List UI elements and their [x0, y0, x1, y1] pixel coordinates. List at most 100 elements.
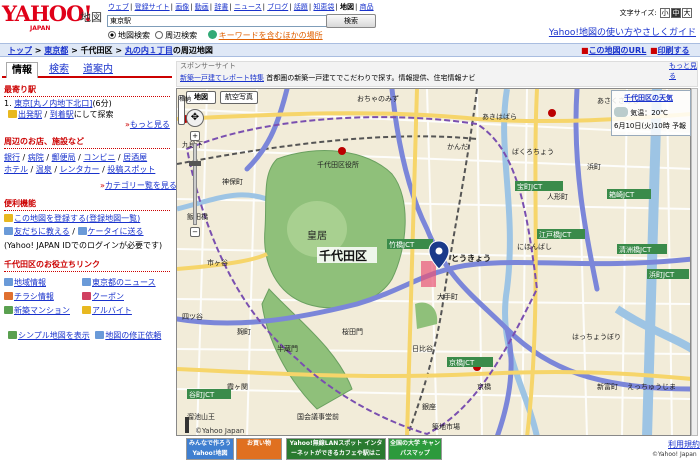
nav-topics[interactable]: 話題: [294, 3, 308, 11]
map-search-radio[interactable]: [108, 31, 116, 39]
yahoo-logo[interactable]: YAHOO! JAPAN: [2, 3, 93, 33]
nav-web[interactable]: ウェブ: [108, 3, 129, 11]
breadcrumb-pref[interactable]: 東京都: [44, 46, 68, 55]
station-more: »もっと見る: [125, 119, 170, 130]
svg-text:江戸橋JCT: 江戸橋JCT: [539, 230, 572, 239]
breadcrumb-top[interactable]: トップ: [8, 46, 32, 55]
nearby-search-radio[interactable]: [155, 31, 164, 39]
weather-title[interactable]: 千代田区の天気: [614, 93, 688, 103]
tab-info[interactable]: 情報: [6, 62, 38, 78]
links-heading: 千代田区のお役立ちリンク: [4, 259, 170, 272]
nearby-search-label[interactable]: 周辺検索: [165, 31, 197, 40]
nav-registered-sites[interactable]: 登録サイト: [135, 3, 170, 11]
map-search-label[interactable]: 地図検索: [118, 31, 150, 40]
flyer-link[interactable]: チラシ情報: [14, 292, 54, 301]
coupon-link[interactable]: クーポン: [92, 292, 124, 301]
simple-map-link[interactable]: シンプル地図を表示: [18, 331, 90, 340]
print-bullet: ■: [650, 46, 658, 55]
ad-make-map[interactable]: みんなで作ろう Yahoo!地図: [186, 438, 234, 460]
part-time-link[interactable]: アルバイト: [92, 306, 132, 315]
sponsor-text: 首都圏の新築一戸建てでこだわりで探す。情報提供、住宅情報ナビ: [266, 74, 476, 82]
svg-text:飯田橋: 飯田橋: [187, 212, 208, 221]
nearby-izakaya[interactable]: 居酒屋: [123, 153, 147, 162]
links-row-3b: アルバイト: [82, 305, 132, 316]
breadcrumb-area[interactable]: 丸の内１丁目: [125, 46, 173, 55]
station-more-link[interactable]: もっと見る: [130, 120, 170, 129]
map-url-link[interactable]: この地図のURL: [589, 46, 647, 55]
keyword-other-places-link[interactable]: キーワードを含むほかの場所: [219, 31, 323, 40]
nav-shopping[interactable]: 商品: [360, 3, 374, 11]
zoom-out-button[interactable]: −: [190, 227, 200, 237]
nav-blog[interactable]: ブログ: [267, 3, 288, 11]
area-info-link[interactable]: 地域情報: [14, 278, 46, 287]
nav-images[interactable]: 画像: [175, 3, 189, 11]
train-icon: [8, 110, 17, 118]
nav-dictionary[interactable]: 辞書: [214, 3, 228, 11]
new-mansion-link[interactable]: 新築マンション: [14, 306, 70, 315]
sponsor-link[interactable]: 新築一戸建てレポート特集: [180, 74, 264, 82]
svg-text:人形町: 人形町: [547, 193, 568, 201]
zoom-in-button[interactable]: +: [190, 131, 200, 141]
register-map-link[interactable]: この地図を登録する: [14, 214, 86, 223]
links-row-3: 新築マンション: [4, 305, 70, 316]
tab-route[interactable]: 道案内: [78, 62, 118, 78]
ad-wireless-lan[interactable]: Yahoo!無線LANスポット インターネットができるカフェや駅はここ！: [286, 438, 386, 460]
tokyo-news-link[interactable]: 東京都のニュース: [92, 278, 156, 287]
map-scrollbar[interactable]: [691, 88, 698, 436]
depart-station-link[interactable]: 出発駅: [18, 110, 42, 119]
arrive-station-link[interactable]: 到着駅: [50, 110, 74, 119]
nav-video[interactable]: 動画: [195, 3, 209, 11]
nearby-hospital[interactable]: 病院: [28, 153, 44, 162]
nearby-post-office[interactable]: 郵便局: [52, 153, 76, 162]
zoom-slider-handle[interactable]: [189, 161, 201, 166]
howto-guide-link[interactable]: Yahoo!地図の使い方やさしくガイド: [549, 25, 696, 38]
map-report-link[interactable]: 地図の修正依頼: [105, 331, 161, 340]
nav-chiebukuro[interactable]: 知恵袋: [313, 3, 334, 11]
svg-text:四ツ谷: 四ツ谷: [182, 312, 203, 321]
station-route-row: 出発駅 / 到着駅にして探索: [8, 109, 114, 120]
nearby-hotel[interactable]: ホテル: [4, 165, 28, 174]
search-button[interactable]: 検索: [326, 14, 376, 28]
ad-university-map[interactable]: 全国の大学 キャンパスマップ: [388, 438, 442, 460]
category-list-link[interactable]: カテゴリー覧を見る: [105, 181, 177, 190]
zoom-slider[interactable]: [193, 143, 197, 225]
nearby-posted-spot[interactable]: 投稿スポット: [107, 165, 155, 174]
weather-forecast-time: 6月10日(火)10時 予報: [614, 122, 686, 130]
ad-shopping[interactable]: お買い物: [236, 438, 282, 460]
terms-link[interactable]: 利用規約: [668, 439, 700, 450]
nav-news[interactable]: ニュース: [234, 3, 262, 11]
tab-search[interactable]: 検索: [44, 62, 74, 78]
weather-box[interactable]: 千代田区の天気 気温：20℃ 6月10日(火)10時 予報: [611, 90, 691, 136]
svg-text:千代田区役所: 千代田区役所: [317, 160, 359, 169]
nearby-rental-car[interactable]: レンタカー: [60, 165, 100, 174]
font-size-small[interactable]: 小: [660, 8, 670, 18]
nearby-convenience[interactable]: コンビニ: [83, 153, 115, 162]
friend-icon: [4, 227, 13, 235]
svg-text:箱崎JCT: 箱崎JCT: [609, 190, 635, 199]
station-link[interactable]: 東京[丸ノ内地下北口]: [14, 99, 92, 108]
svg-text:京橋JCT: 京橋JCT: [449, 358, 475, 367]
route-search-note: にして探索: [73, 110, 114, 119]
collapse-button[interactable]: 格納: [178, 95, 191, 125]
send-mobile-link[interactable]: ケータイに送る: [88, 227, 144, 236]
svg-text:あきはばら: あきはばら: [482, 112, 517, 121]
svg-text:神保町: 神保町: [222, 177, 243, 186]
info-tabs: 情報 検索 道案内: [2, 62, 172, 78]
breadcrumb-ward: 千代田区: [80, 46, 113, 55]
nearby-onsen[interactable]: 温泉: [36, 165, 52, 174]
tell-friend-link[interactable]: 友だちに教える: [14, 227, 70, 236]
registered-list-link[interactable]: (登録地図一覧): [86, 214, 140, 223]
aerial-mode-button[interactable]: 航空写真: [220, 91, 258, 104]
map-canvas[interactable]: おちゃのみず かんだ あきはばら あさくさばし ばくろちょう にほんばし 千代田…: [176, 88, 691, 436]
svg-text:大手町: 大手町: [437, 292, 458, 301]
pan-control[interactable]: ✥: [186, 109, 204, 127]
weather-temp: 気温：20℃: [630, 109, 669, 117]
font-size-large[interactable]: 大: [682, 8, 692, 18]
print-link[interactable]: 印刷する: [658, 46, 690, 55]
search-input[interactable]: [107, 15, 347, 27]
links-row-1: 地域情報: [4, 277, 46, 288]
sponsor-more-link[interactable]: もっと見る: [669, 61, 700, 81]
font-size-medium[interactable]: 中: [671, 8, 681, 18]
map-svg[interactable]: おちゃのみず かんだ あきはばら あさくさばし ばくろちょう にほんばし 千代田…: [177, 89, 691, 436]
nearby-bank[interactable]: 銀行: [4, 153, 20, 162]
